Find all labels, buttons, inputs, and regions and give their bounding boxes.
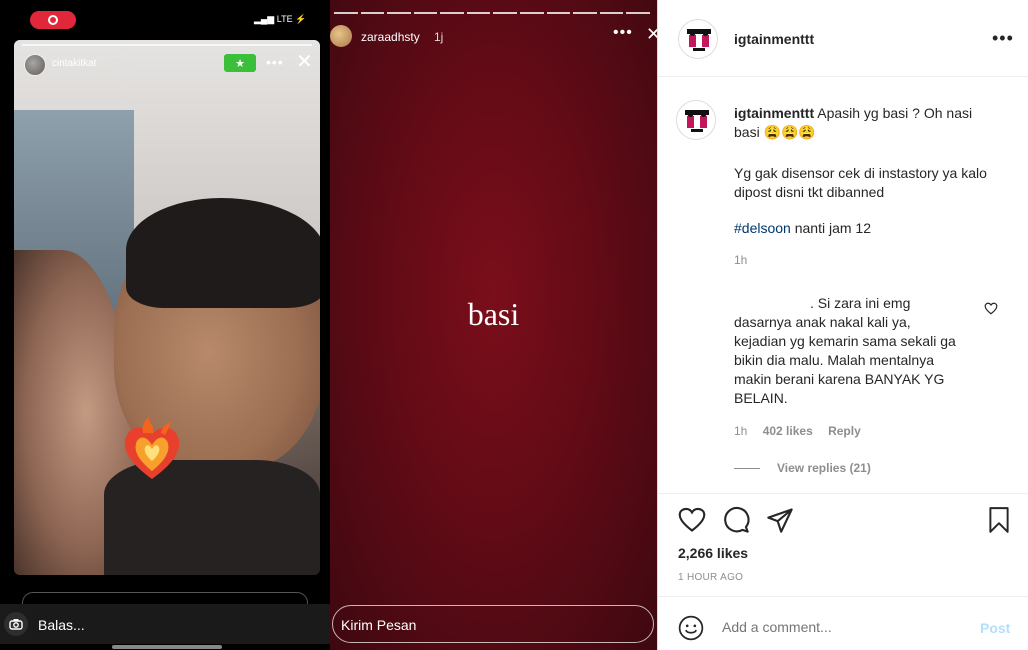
more-options-icon[interactable]: •••	[613, 24, 633, 42]
record-icon	[48, 15, 58, 25]
camera-icon[interactable]	[4, 612, 28, 636]
view-replies-button[interactable]: View replies (21)	[777, 461, 871, 475]
comment-text: . Si zara ini emg dasarnya anak nakal ka…	[734, 294, 964, 408]
story-panel-left: ▂▄▆ LTE ⚡ cintakitkat 21m ★ ••• ✕ Balas.…	[0, 0, 330, 650]
header-username[interactable]: igtainmenttt	[734, 31, 814, 47]
progress-segment	[334, 12, 358, 14]
post-time: 1 HOUR AGO	[678, 572, 744, 583]
story-time: 1j	[434, 30, 444, 44]
send-message-input[interactable]: Kirim Pesan	[332, 605, 654, 643]
story-panel-middle: zaraadhsty 1j ••• ✕ basi Kirim Pesan	[330, 0, 657, 650]
heart-icon[interactable]	[678, 506, 706, 534]
progress-segment	[573, 12, 597, 14]
post-detail-panel: igtainmenttt ••• igtainmenttt Apasih yg …	[657, 0, 1028, 650]
more-options-icon[interactable]: •••	[992, 28, 1014, 49]
caption-username[interactable]: igtainmenttt	[734, 105, 814, 121]
add-comment-input[interactable]	[722, 619, 962, 635]
progress-segment	[360, 12, 385, 14]
story-progress-bar	[22, 44, 312, 46]
caption: igtainmenttt Apasih yg basi ? Oh nasi ba…	[734, 104, 994, 142]
post-comment-button[interactable]: Post	[980, 620, 1010, 636]
story-username[interactable]: cintakitkat	[52, 58, 96, 69]
screenshot-collage: ▂▄▆ LTE ⚡ cintakitkat 21m ★ ••• ✕ Balas.…	[0, 0, 1028, 650]
progress-segment	[466, 12, 491, 14]
progress-segment	[626, 12, 650, 14]
story-avatar[interactable]	[330, 25, 352, 47]
progress-segment	[440, 12, 464, 14]
progress-segment	[520, 12, 544, 14]
actions-divider	[658, 493, 1028, 494]
more-options-icon[interactable]: •••	[266, 54, 284, 70]
story-photo	[14, 40, 320, 575]
comment-icon[interactable]	[722, 506, 750, 534]
story-username[interactable]: zaraadhsty	[361, 30, 420, 44]
smile-icon[interactable]	[678, 615, 704, 641]
close-icon[interactable]: ✕	[296, 52, 313, 72]
comment-like-heart-icon[interactable]	[984, 302, 998, 318]
close-icon[interactable]: ✕	[646, 24, 657, 45]
bookmark-icon[interactable]	[986, 506, 1014, 534]
progress-segment	[493, 12, 518, 14]
comment-body: . Si zara ini emg dasarnya anak nakal ka…	[734, 295, 956, 406]
network-type: LTE	[276, 14, 293, 24]
caption-avatar[interactable]	[676, 100, 716, 140]
comment-likes[interactable]: 402 likes	[763, 424, 813, 438]
reply-input[interactable]: Balas...	[38, 617, 85, 633]
paper-plane-icon[interactable]	[766, 506, 794, 534]
status-bar-network: ▂▄▆ LTE ⚡	[254, 14, 307, 24]
comment-time: 1h	[734, 424, 748, 438]
recording-indicator	[30, 11, 76, 29]
home-indicator	[112, 645, 222, 649]
caption-text-2: Yg gak disensor cek di instastory ya kal…	[734, 165, 987, 200]
hashtag-link[interactable]: #delsoon	[734, 220, 791, 236]
story-text: basi	[467, 296, 520, 332]
caption-time: 1h	[734, 253, 748, 267]
progress-segment	[546, 12, 571, 14]
story-progress-bar	[334, 12, 650, 14]
story-avatar[interactable]	[24, 54, 46, 76]
hashtag-rest: nanti jam 12	[790, 220, 871, 236]
comment-meta: 1h 402 likes Reply	[734, 424, 873, 438]
account-avatar[interactable]	[678, 19, 718, 59]
caption-hashtag-line: #delsoon nanti jam 12	[734, 220, 871, 236]
comment-reply-button[interactable]: Reply	[828, 424, 861, 438]
progress-segment	[599, 12, 624, 14]
progress-segment	[413, 12, 438, 14]
heart-on-fire-sticker-icon	[114, 412, 190, 488]
progress-segment	[387, 12, 411, 14]
view-replies-line	[734, 468, 760, 469]
likes-count[interactable]: 2,266 likes	[678, 545, 748, 561]
story-time: 21m	[112, 58, 132, 69]
close-friends-star-icon: ★	[224, 54, 256, 72]
photo-hair	[126, 198, 320, 308]
